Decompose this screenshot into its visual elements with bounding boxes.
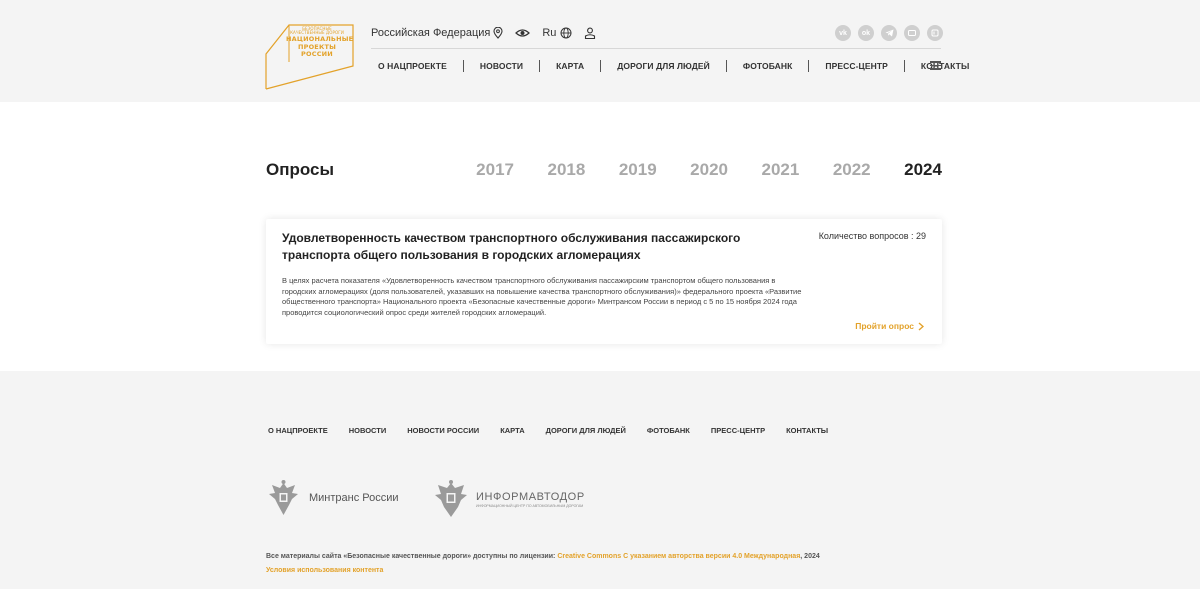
user-account-icon[interactable] (584, 27, 596, 39)
language-selector[interactable]: Ru (542, 27, 556, 39)
year-tab-2018[interactable]: 2018 (537, 160, 586, 180)
dzen-icon[interactable] (927, 25, 943, 41)
header-top-line: Российская Федерация Ru (371, 24, 596, 42)
license-year: , 2024 (800, 553, 820, 560)
partner-informavtodor-name: ИНФОРМАВТОДОР (476, 490, 585, 503)
partner-informavtodor-subtitle: ИНФОРМАЦИОННЫЙ ЦЕНТР ПО АВТОМОБИЛЬНЫМ ДО… (476, 503, 584, 508)
survey-description: В целях расчета показателя «Удовлетворен… (282, 276, 802, 317)
location-pin-icon[interactable] (493, 27, 503, 39)
vk-icon[interactable]: vk (835, 25, 851, 41)
nav-item-news[interactable]: НОВОСТИ (464, 61, 539, 71)
logo-text[interactable]: БЕЗОПАСНЫЕ КАЧЕСТВЕННЫЕ ДОРОГИ НАЦИОНАЛЬ… (286, 27, 354, 58)
logo-line3: НАЦИОНАЛЬНЫЕ (286, 35, 354, 43)
nav-item-contacts[interactable]: КОНТАКТЫ (905, 61, 985, 71)
footer-nav-photobank[interactable]: ФОТОБАНК (647, 426, 690, 435)
year-tab-2020[interactable]: 2020 (680, 160, 728, 180)
site-header: БЕЗОПАСНЫЕ КАЧЕСТВЕННЫЕ ДОРОГИ НАЦИОНАЛЬ… (0, 0, 1200, 102)
year-tabs: 2017 2018 2019 2020 2021 2022 2024 (466, 160, 942, 180)
nav-item-press-center[interactable]: ПРЕСС-ЦЕНТР (809, 61, 904, 71)
year-tab-2017[interactable]: 2017 (466, 160, 514, 180)
footer-nav-about[interactable]: О НАЦПРОЕКТЕ (268, 426, 328, 435)
globe-icon[interactable] (560, 27, 572, 39)
footer-nav: О НАЦПРОЕКТЕ НОВОСТИ НОВОСТИ РОССИИ КАРТ… (268, 426, 828, 435)
rutube-icon[interactable] (904, 25, 920, 41)
year-tab-2022[interactable]: 2022 (823, 160, 871, 180)
year-tab-2021[interactable]: 2021 (751, 160, 799, 180)
footer-nav-contacts[interactable]: КОНТАКТЫ (786, 426, 828, 435)
year-tab-2024[interactable]: 2024 (894, 160, 942, 180)
license-prefix: Все материалы сайта «Безопасные качестве… (266, 553, 556, 560)
footer-nav-roads-for-people[interactable]: ДОРОГИ ДЛЯ ЛЮДЕЙ (546, 426, 626, 435)
content-terms-link[interactable]: Условия использования контента (266, 567, 383, 574)
nav-item-roads-for-people[interactable]: ДОРОГИ ДЛЯ ЛЮДЕЙ (601, 61, 726, 71)
survey-title[interactable]: Удовлетворенность качеством транспортног… (282, 230, 802, 264)
nav-item-about[interactable]: О НАЦПРОЕКТЕ (371, 61, 463, 71)
header-divider (371, 48, 941, 49)
double-eagle-emblem-icon (269, 480, 298, 515)
informavtodor-emblem-icon (435, 480, 467, 517)
year-tab-2019[interactable]: 2019 (609, 160, 657, 180)
survey-card: Удовлетворенность качеством транспортног… (266, 219, 942, 344)
social-links: vk ok (835, 25, 943, 41)
footer-nav-news[interactable]: НОВОСТИ (349, 426, 387, 435)
partner-mintrans-name: Минтранс России (309, 492, 399, 504)
logo-line5: РОССИИ (301, 50, 333, 58)
telegram-icon[interactable] (881, 25, 897, 41)
license-link[interactable]: Creative Commons С указанием авторства в… (557, 553, 800, 560)
license-notice: Все материалы сайта «Безопасные качестве… (266, 553, 820, 560)
main-nav: О НАЦПРОЕКТЕ НОВОСТИ КАРТА ДОРОГИ ДЛЯ ЛЮ… (371, 58, 985, 74)
partner-informavtodor[interactable]: ИНФОРМАВТОДОР ИНФОРМАЦИОННЫЙ ЦЕНТР ПО АВ… (432, 479, 585, 519)
nav-item-map[interactable]: КАРТА (540, 61, 600, 71)
take-survey-label: Пройти опрос (855, 321, 914, 331)
chevron-right-icon (918, 321, 924, 331)
page-title: Опросы (266, 160, 335, 179)
footer-nav-press-center[interactable]: ПРЕСС-ЦЕНТР (711, 426, 765, 435)
take-survey-link[interactable]: Пройти опрос (855, 321, 924, 331)
site-footer: О НАЦПРОЕКТЕ НОВОСТИ НОВОСТИ РОССИИ КАРТ… (0, 371, 1200, 589)
nav-item-photobank[interactable]: ФОТОБАНК (727, 61, 809, 71)
region-selector[interactable]: Российская Федерация (371, 27, 490, 39)
footer-nav-russia-news[interactable]: НОВОСТИ РОССИИ (407, 426, 479, 435)
survey-question-count: Количество вопросов : 29 (818, 231, 926, 241)
footer-nav-map[interactable]: КАРТА (500, 426, 524, 435)
partner-informavtodor-text: ИНФОРМАВТОДОР ИНФОРМАЦИОННЫЙ ЦЕНТР ПО АВ… (476, 491, 585, 508)
odnoklassniki-icon[interactable]: ok (858, 25, 874, 41)
accessibility-eye-icon[interactable] (515, 28, 531, 38)
partner-mintrans[interactable]: Минтранс России (266, 479, 399, 517)
hamburger-menu-icon[interactable] (930, 61, 941, 70)
